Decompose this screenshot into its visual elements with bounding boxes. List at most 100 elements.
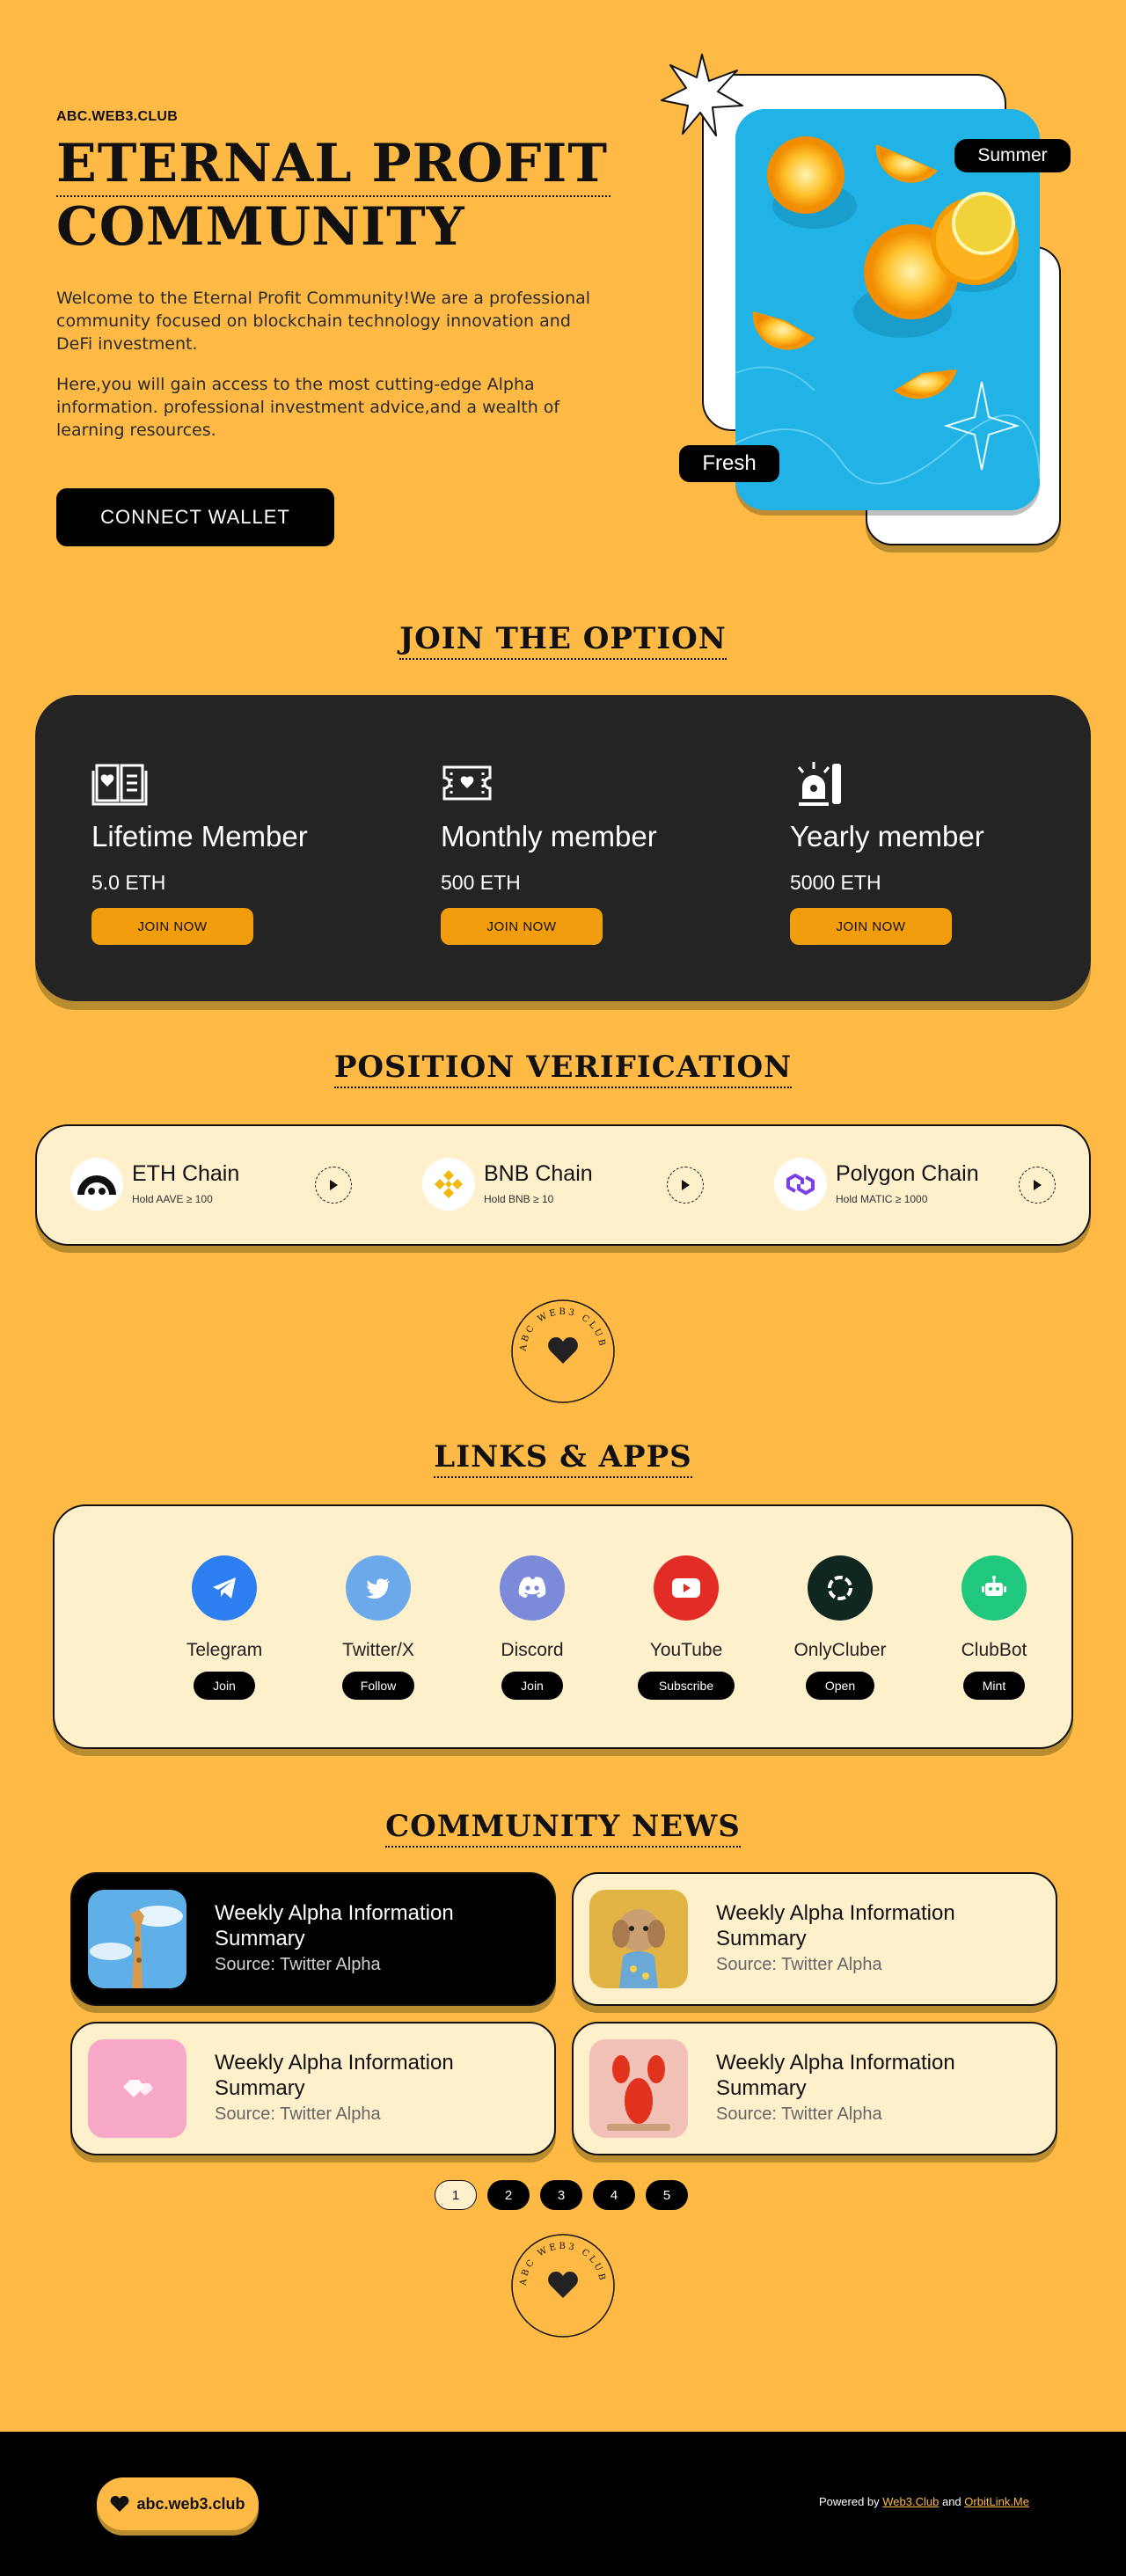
chain-verify-play-button[interactable] [315,1167,352,1204]
hero-paragraph-1: Welcome to the Eternal Profit Community!… [56,289,591,354]
news-thumbnail-lobster [589,2039,688,2138]
connect-wallet-button[interactable]: CONNECT WALLET [56,488,334,546]
page-button-5[interactable]: 5 [646,2180,688,2210]
app-name: Twitter/X [342,1640,414,1660]
site-brand: ABC.WEB3.CLUB [56,109,179,124]
app-name: OnlyCluber [793,1640,887,1660]
app-onlycluber: OnlyCluber Open [760,1506,918,1751]
news-card[interactable]: Weekly Alpha Information Summary Source:… [572,1872,1057,2006]
news-source: Source: Twitter Alpha [716,1955,882,1974]
news-source: Source: Twitter Alpha [215,1955,381,1974]
chain-requirement: Hold BNB ≥ 10 [484,1193,554,1205]
app-name: Telegram [186,1640,263,1660]
membership-panel: Lifetime Member 5.0 ETH JOIN NOW Monthly… [35,695,1091,1001]
news-source: Source: Twitter Alpha [716,2104,882,2124]
news-source: Source: Twitter Alpha [215,2104,381,2124]
heart-icon [111,2496,129,2512]
page-button-4[interactable]: 4 [593,2180,635,2210]
summer-badge: Summer [954,139,1071,172]
fresh-badge: Fresh [679,445,779,482]
news-thumbnail-giraffe [88,1890,186,1988]
news-title: Weekly Alpha Information Summary [716,2051,955,2100]
links-section-title: LINKS & APPS [0,1439,1126,1478]
join-now-button[interactable]: JOIN NOW [441,908,603,945]
aave-icon [70,1158,123,1211]
join-section-title-text: JOIN THE OPTION [399,621,727,660]
membership-price: 5.0 ETH [91,871,166,894]
onlycluber-icon[interactable] [808,1555,873,1621]
powered-and: and [941,2495,961,2508]
news-card[interactable]: Weekly Alpha Information Summary Source:… [572,2022,1057,2155]
play-icon [1034,1180,1042,1190]
bnb-icon [422,1158,475,1211]
twitter-icon[interactable] [346,1555,411,1621]
app-action-button[interactable]: Open [806,1672,874,1700]
app-action-button[interactable]: Mint [963,1672,1025,1700]
robot-icon[interactable] [961,1555,1027,1621]
app-youtube: YouTube Subscribe [606,1506,764,1751]
news-card[interactable]: Weekly Alpha Information Summary Source:… [70,1872,556,2006]
app-action-button[interactable]: Join [194,1672,255,1700]
footer: abc.web3.club Powered by Web3.Club and O… [0,2432,1126,2576]
app-action-button[interactable]: Join [501,1672,563,1700]
app-discord: Discord Join [452,1506,611,1751]
web3-club-link[interactable]: Web3.Club [882,2495,939,2508]
footer-logo-button[interactable]: abc.web3.club [97,2477,259,2530]
chain-verify-play-button[interactable] [1019,1167,1056,1204]
chain-requirement: Hold MATIC ≥ 1000 [836,1193,928,1205]
app-action-button[interactable]: Subscribe [638,1672,735,1700]
polygon-icon [774,1158,827,1211]
telegram-icon[interactable] [192,1555,257,1621]
ticket-heart-icon [442,765,492,801]
footer-powered-by: Powered by Web3.Club and OrbitLink.Me [819,2495,1029,2508]
youtube-icon[interactable] [654,1555,719,1621]
book-heart-icon [91,764,148,806]
chain-item-eth: ETH Chain Hold AAVE ≥ 100 [37,1126,389,1248]
membership-title: Lifetime Member [91,820,308,853]
club-seal-logo: ABC WEB3 CLUB [511,2234,615,2338]
chain-verification-panel: ETH Chain Hold AAVE ≥ 100 BNB Chain Hold… [35,1124,1091,1246]
hero-paragraph-2: Here,you will gain access to the most cu… [56,375,560,440]
orbitlink-link[interactable]: OrbitLink.Me [964,2495,1029,2508]
play-icon [330,1180,338,1190]
hero-title-line2: COMMUNITY [56,196,465,258]
app-twitter: Twitter/X Follow [298,1506,457,1751]
app-name: YouTube [649,1640,723,1660]
news-title: Weekly Alpha Information Summary [215,2051,454,2100]
chain-name: ETH Chain [132,1161,240,1186]
app-action-button[interactable]: Follow [342,1672,414,1700]
chain-name: BNB Chain [484,1161,593,1186]
news-title: Weekly Alpha Information Summary [215,1901,454,1950]
links-section-title-text: LINKS & APPS [434,1439,692,1478]
play-icon [682,1180,690,1190]
page-button-3[interactable]: 3 [540,2180,582,2210]
news-card[interactable]: Weekly Alpha Information Summary Source:… [70,2022,556,2155]
join-now-button[interactable]: JOIN NOW [790,908,952,945]
chain-item-bnb: BNB Chain Hold BNB ≥ 10 [389,1126,741,1248]
app-name: ClubBot [961,1640,1027,1660]
membership-title: Monthly member [441,820,657,853]
chain-verify-play-button[interactable] [667,1167,704,1204]
club-seal-logo: ABC WEB3 CLUB [511,1299,615,1403]
powered-prefix: Powered by [818,2495,880,2508]
hero-title: ETERNAL PROFIT COMMUNITY [56,134,619,257]
apps-panel: Telegram Join Twitter/X Follow Discord J… [53,1504,1073,1749]
chain-requirement: Hold AAVE ≥ 100 [132,1193,213,1205]
membership-price: 5000 ETH [790,871,881,894]
news-thumbnail-dog [589,1890,688,1988]
discord-icon[interactable] [500,1555,565,1621]
page-button-1[interactable]: 1 [435,2180,477,2210]
app-name: Discord [501,1640,564,1660]
join-section-title: JOIN THE OPTION [0,621,1126,660]
membership-price: 500 ETH [441,871,521,894]
chain-item-polygon: Polygon Chain Hold MATIC ≥ 1000 [741,1126,1093,1248]
chain-name: Polygon Chain [836,1161,979,1186]
page-button-2[interactable]: 2 [487,2180,530,2210]
join-now-button[interactable]: JOIN NOW [91,908,253,945]
news-pagination: 1 2 3 4 5 [435,2180,688,2212]
news-thumbnail-diamond [88,2039,186,2138]
membership-title: Yearly member [790,820,984,853]
verification-section-title-text: POSITION VERIFICATION [333,1050,793,1088]
app-clubbot: ClubBot Mint [914,1506,1072,1751]
verification-section-title: POSITION VERIFICATION [0,1050,1126,1088]
